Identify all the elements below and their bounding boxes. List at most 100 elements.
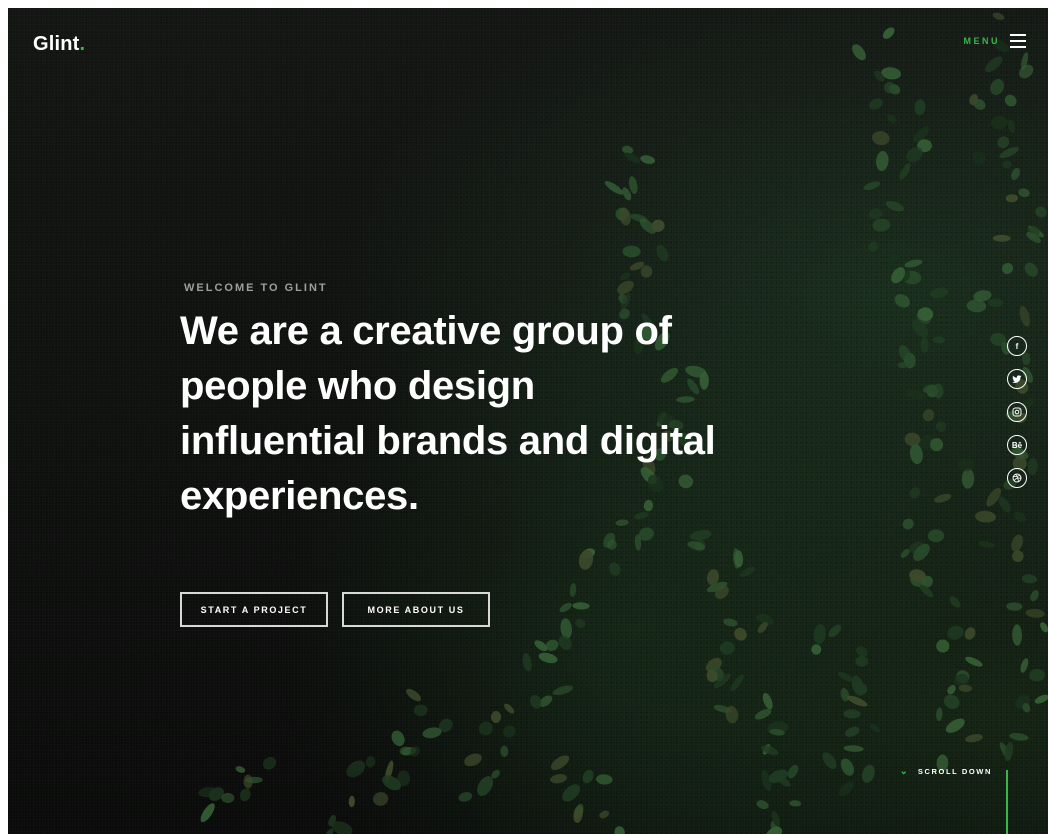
ivy-leaf [985, 56, 1003, 73]
logo-dot: . [79, 33, 86, 55]
ivy-leaf [1025, 608, 1045, 618]
ivy-leaf [200, 803, 215, 823]
ivy-leaf [1040, 622, 1048, 633]
ivy-leaf [503, 725, 516, 738]
facebook-glyph: f [1015, 341, 1019, 351]
instagram-camera-icon [1012, 407, 1022, 417]
hero-headline: We are a creative group of people who de… [180, 309, 716, 518]
ivy-leaf [813, 624, 826, 645]
ivy-leaf [391, 730, 405, 747]
ivy-leaf [964, 627, 976, 640]
ivy-leaf [787, 764, 799, 779]
ivy-leaf [599, 810, 610, 819]
scroll-down-link[interactable]: ⌄ SCROLL DOWN [899, 766, 992, 777]
hero-section: Glint. MENU WELCOME TO GLINT We are a cr… [8, 8, 1048, 834]
ivy-leaf [843, 709, 861, 719]
ivy-leaf [945, 718, 965, 733]
ivy-leaf [551, 755, 570, 771]
instagram-icon[interactable] [1007, 402, 1027, 422]
ivy-leaf [406, 688, 421, 702]
ivy-leaf [640, 155, 656, 164]
ivy-leaf [558, 635, 572, 650]
ivy-leaf [876, 150, 889, 172]
ivy-leaf [500, 745, 509, 757]
hero-eyebrow: WELCOME TO GLINT [184, 282, 328, 294]
ivy-leaf [992, 234, 1011, 242]
chevron-down-icon: ⌄ [899, 766, 908, 777]
ivy-leaf [1034, 694, 1048, 704]
ivy-leaf [872, 131, 890, 146]
ivy-leaf [1011, 168, 1020, 180]
ivy-leaf [734, 627, 747, 641]
ivy-leaf [1004, 94, 1017, 107]
ivy-leaf [562, 784, 581, 802]
ivy-leaf [365, 756, 376, 768]
logo[interactable]: Glint. [33, 33, 85, 56]
logo-text: Glint [33, 33, 80, 55]
ivy-leaf [840, 758, 854, 776]
ivy-leaf [458, 792, 473, 802]
twitter-bird-icon [1012, 375, 1022, 383]
ivy-leaf [239, 788, 251, 802]
ivy-leaf [1030, 590, 1039, 602]
ivy-leaf [961, 468, 975, 489]
ivy-leaf [559, 602, 572, 613]
ivy-leaf [552, 685, 574, 696]
ivy-leaf [575, 618, 586, 629]
ivy-leaf [550, 774, 568, 784]
ivy-leaf [885, 200, 905, 212]
ivy-leaf [569, 583, 577, 597]
ivy-leaf [609, 562, 621, 576]
ivy-leaf [991, 115, 1008, 130]
ivy-leaf [920, 337, 929, 353]
ivy-leaf [490, 711, 502, 723]
ivy-leaf [947, 685, 956, 695]
hero-content: WELCOME TO GLINT We are a creative group… [180, 282, 740, 524]
facebook-icon[interactable]: f [1007, 336, 1027, 356]
ivy-leaf [868, 208, 883, 220]
ivy-leaf [914, 99, 926, 116]
ivy-leaf [1001, 262, 1014, 275]
ivy-leaf [1021, 574, 1038, 584]
start-project-button[interactable]: START A PROJECT [180, 592, 328, 627]
ivy-leaf [1035, 206, 1047, 218]
ivy-leaf [958, 457, 974, 472]
more-about-us-button[interactable]: MORE ABOUT US [342, 592, 490, 627]
social-links: f Bē [1007, 336, 1027, 488]
ivy-leaf [811, 644, 822, 655]
hero-buttons: START A PROJECT MORE ABOUT US [180, 592, 490, 627]
ivy-leaf [888, 253, 899, 264]
ivy-leaf [739, 566, 756, 577]
ivy-leaf [922, 409, 935, 422]
ivy-leaf [863, 181, 881, 191]
ivy-leaf [235, 766, 246, 773]
twitter-icon[interactable] [1007, 369, 1027, 389]
ivy-leaf [978, 541, 995, 548]
ivy-leaf [560, 618, 572, 639]
behance-icon[interactable]: Bē [1007, 435, 1027, 455]
ivy-leaf [1024, 262, 1038, 277]
ivy-leaf [504, 703, 515, 714]
dribbble-icon[interactable] [1007, 468, 1027, 488]
ivy-leaf [720, 641, 735, 655]
ivy-leaf [1018, 188, 1030, 198]
ivy-leaf [582, 769, 594, 784]
ivy-leaf [992, 12, 1005, 20]
ivy-leaf [1006, 602, 1023, 611]
ivy-leaf [464, 753, 482, 767]
ivy-leaf [997, 136, 1010, 149]
ivy-leaf [619, 272, 631, 281]
ivy-leaf [723, 618, 738, 627]
ivy-leaf [972, 151, 986, 165]
scroll-down-label: SCROLL DOWN [917, 767, 992, 776]
ivy-leaf [947, 625, 964, 640]
hamburger-icon [1010, 34, 1026, 48]
ivy-leaf [1027, 457, 1038, 476]
menu-toggle[interactable]: MENU [964, 34, 1026, 48]
ivy-leaf [988, 298, 1003, 308]
ivy-leaf [522, 652, 532, 672]
ivy-leaf [902, 518, 914, 530]
ivy-leaf [949, 596, 961, 608]
ivy-leaf [530, 694, 542, 709]
ivy-leaf [990, 78, 1005, 96]
